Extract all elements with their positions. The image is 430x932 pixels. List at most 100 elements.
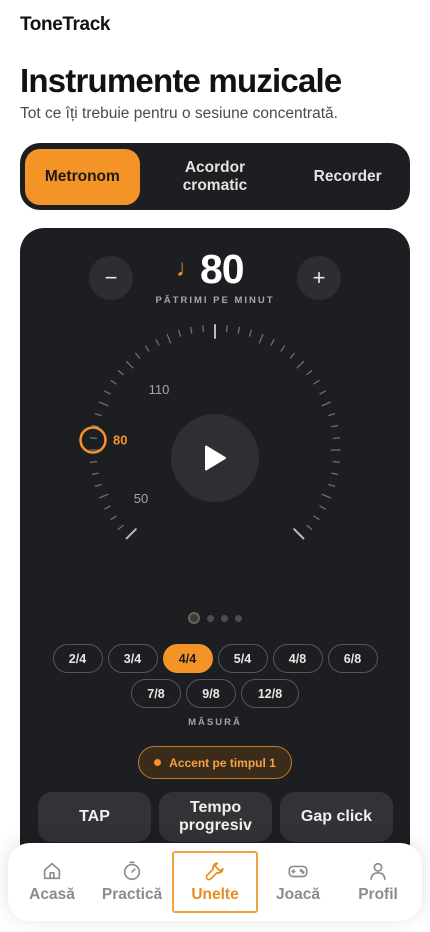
bottom-tab-bar: Acasă Practică Unelte Joacă Profil	[8, 843, 422, 921]
dial-tick	[98, 401, 109, 407]
person-icon	[370, 862, 386, 881]
dial-tick	[178, 329, 182, 337]
accent-dot-icon	[154, 759, 162, 766]
dial-tick	[248, 329, 252, 337]
dial-handle[interactable]	[79, 426, 107, 454]
tab-profil[interactable]: Profil	[338, 851, 418, 913]
page-title: Instrumente muzicale	[20, 62, 342, 99]
dial-tick	[313, 379, 320, 385]
dial-label-50: 50	[134, 491, 148, 506]
dial-tick	[328, 413, 336, 417]
wrench-icon	[205, 862, 224, 881]
dial-tick	[331, 424, 339, 428]
home-icon	[43, 862, 61, 880]
dial-tick	[332, 437, 341, 439]
dial-tick	[321, 493, 332, 499]
dial-tick	[306, 370, 313, 376]
meter-chip-9-8[interactable]: 9/8	[186, 679, 236, 708]
bpm-value: 80	[200, 246, 245, 292]
dial-tick	[117, 370, 124, 376]
dial-tick	[258, 333, 264, 344]
tab-label: Profil	[358, 886, 398, 903]
tab-label: Practică	[101, 886, 163, 903]
tap-button[interactable]: TAP	[38, 792, 151, 842]
accent-toggle[interactable]: Accent pe timpul 1	[138, 746, 292, 779]
dial-tick	[104, 390, 111, 395]
accent-label: Accent pe timpul 1	[169, 755, 276, 770]
app-brand: ToneTrack	[20, 14, 111, 35]
dial-tick	[270, 339, 275, 346]
bpm-unit-label: PĂTRIMI PE MINUT	[155, 295, 275, 306]
meter-chip-3-4[interactable]: 3/4	[107, 644, 158, 673]
decrease-bpm-button[interactable]: −	[89, 256, 133, 300]
dial-tick	[98, 493, 109, 499]
dial-tick	[135, 352, 141, 359]
meter-chip-5-4[interactable]: 5/4	[217, 644, 268, 673]
dial-tick	[289, 352, 295, 359]
tab-metronom[interactable]: Metronom	[25, 148, 140, 205]
dial-tick	[89, 461, 98, 463]
dial-tick	[155, 339, 160, 346]
tempo-progresiv-button[interactable]: Tempo progresiv	[159, 792, 272, 842]
dial-tick	[91, 472, 99, 476]
dial-tick	[237, 326, 241, 334]
tab-label: Acasă	[29, 886, 75, 903]
timer-icon	[123, 861, 141, 881]
dial-tick	[110, 379, 117, 385]
dial-tick	[89, 437, 98, 439]
gap-click-button[interactable]: Gap click	[280, 792, 393, 842]
increase-bpm-button[interactable]: +	[297, 256, 341, 300]
mode-switcher: Metronom Acordor cromatic Recorder	[20, 143, 410, 210]
dial-tick	[328, 483, 336, 487]
tab-unelte[interactable]: Unelte	[172, 851, 258, 913]
dial-tick	[319, 505, 326, 510]
meter-chip-4-4[interactable]: 4/4	[162, 644, 213, 673]
metronome-tools: TAP Tempo progresiv Gap click	[38, 792, 393, 842]
tab-label: Joacă	[276, 886, 320, 903]
dial-tick	[280, 345, 286, 352]
tab-practica[interactable]: Practică	[92, 851, 172, 913]
gamepad-icon	[288, 865, 308, 878]
dial-tick	[125, 360, 134, 369]
tab-label: Unelte	[191, 886, 239, 903]
dial-tick	[94, 413, 102, 417]
play-icon	[205, 445, 226, 471]
tab-acordor-cromatic[interactable]: Acordor cromatic	[140, 149, 291, 205]
dial-tick	[319, 390, 326, 395]
pager-dot[interactable]	[221, 614, 228, 622]
meter-chip-12-8[interactable]: 12/8	[241, 679, 299, 708]
tab-recorder[interactable]: Recorder	[290, 149, 405, 205]
dial-tick	[125, 528, 137, 540]
dial-label-110: 110	[149, 382, 170, 397]
meter-chip-7-8[interactable]: 7/8	[131, 679, 181, 708]
plus-icon: +	[312, 265, 326, 290]
metronome-card: − ♩ 80 + PĂTRIMI PE MINUT 110 50 80 2/4 …	[20, 228, 410, 868]
dial-tick	[313, 515, 320, 521]
quarter-note-icon: ♩	[176, 255, 200, 282]
page-subtitle: Tot ce îți trebuie pentru o sesiune conc…	[20, 105, 338, 122]
dial-tick	[110, 515, 117, 521]
dial-label-80: 80	[113, 433, 127, 448]
meter-section-label: MĂSURĂ	[188, 717, 242, 728]
dial-tick	[321, 401, 332, 407]
dial-tick	[331, 472, 339, 476]
meter-chip-2-4[interactable]: 2/4	[52, 644, 103, 673]
play-button[interactable]	[171, 414, 259, 502]
pager-dot[interactable]	[235, 614, 242, 622]
dial-tick	[332, 461, 341, 463]
meter-chip-4-8[interactable]: 4/8	[272, 644, 323, 673]
dial-tick	[117, 524, 124, 530]
meter-chip-6-8[interactable]: 6/8	[327, 644, 378, 673]
dial-tick	[104, 505, 111, 510]
dial-tick	[293, 528, 305, 540]
dial-tick	[296, 360, 305, 369]
pager-dot[interactable]	[188, 612, 200, 624]
dial-tick	[226, 324, 228, 333]
dial-tick	[166, 333, 172, 344]
minus-icon: −	[104, 265, 118, 290]
tab-joaca[interactable]: Joacă	[258, 851, 338, 913]
dial-tick	[202, 324, 204, 333]
pager-dot[interactable]	[207, 614, 214, 622]
tab-acasa[interactable]: Acasă	[12, 851, 92, 913]
dial-tick	[144, 345, 150, 352]
